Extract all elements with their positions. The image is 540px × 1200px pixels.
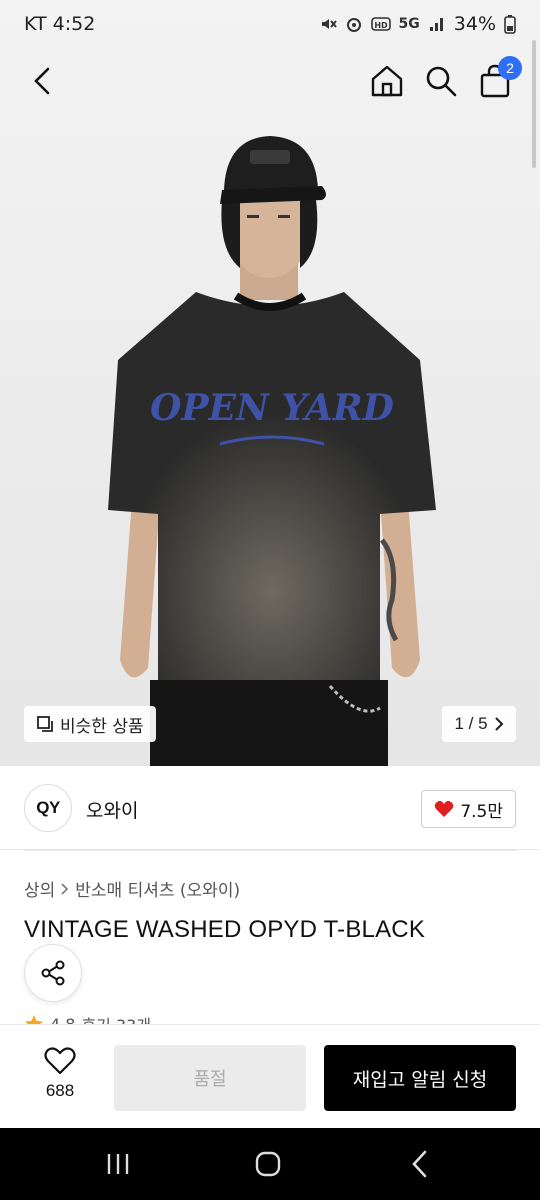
- status-icons: HD 5G 34%: [319, 13, 516, 35]
- recent-apps-icon: [107, 1154, 129, 1174]
- page-indicator: 1 / 5: [454, 714, 488, 733]
- status-time: KT 4:52: [24, 13, 96, 35]
- home-button[interactable]: [364, 58, 410, 104]
- product-photo: OPEN YARD: [108, 136, 436, 766]
- wishlist-button[interactable]: 688: [30, 1047, 90, 1101]
- status-bar: KT 4:52 HD 5G 34%: [0, 0, 540, 48]
- breadcrumb-subcategory[interactable]: 반소매 티셔츠 (오와이): [75, 876, 240, 901]
- heart-outline-icon: [44, 1047, 76, 1075]
- battery-icon: [504, 15, 516, 34]
- soldout-button: 품절: [114, 1045, 306, 1111]
- signal-icon: [429, 18, 443, 31]
- back-arrow-icon: [34, 67, 50, 95]
- recent-apps-button[interactable]: [98, 1148, 138, 1180]
- brand-row: QY 오와이 7.5만: [0, 766, 540, 850]
- restock-alert-button[interactable]: 재입고 알림 신청: [324, 1045, 516, 1111]
- mute-icon: [321, 19, 337, 29]
- heart-filled-icon: [435, 800, 454, 817]
- system-navigation-bar: [0, 1128, 540, 1200]
- home-circle-icon: [255, 1151, 281, 1177]
- home-icon: [371, 65, 403, 97]
- share-icon: [41, 960, 65, 986]
- divider: [24, 850, 516, 851]
- shirt-graphic: OPEN YARD: [150, 387, 394, 429]
- hd-icon: HD: [370, 17, 391, 31]
- similar-items-icon: [37, 716, 53, 732]
- brand-name[interactable]: 오와이: [86, 796, 138, 823]
- cart-count-badge: 2: [498, 56, 522, 80]
- breadcrumb: 상의 반소매 티셔츠 (오와이): [24, 876, 240, 901]
- network-type: 5G: [398, 16, 420, 32]
- svg-text:HD: HD: [374, 21, 388, 30]
- back-button[interactable]: [20, 58, 66, 104]
- chevron-right-icon: [61, 882, 69, 895]
- chevron-right-icon: [494, 717, 503, 731]
- back-chevron-icon: [412, 1150, 427, 1178]
- brand-like-button[interactable]: 7.5만: [421, 790, 516, 828]
- product-title: VINTAGE WASHED OPYD T-BLACK: [24, 916, 426, 943]
- image-pager[interactable]: 1 / 5: [442, 706, 516, 742]
- system-back-button[interactable]: [400, 1148, 440, 1180]
- battery-percent: 34%: [453, 13, 496, 35]
- breadcrumb-category[interactable]: 상의: [24, 876, 55, 901]
- top-navigation: 2: [0, 50, 540, 110]
- wishlist-count: 688: [45, 1081, 75, 1100]
- bottom-action-bar: 688 품절 재입고 알림 신청: [0, 1024, 540, 1128]
- share-button[interactable]: [24, 944, 82, 1002]
- wifi-calling-icon: [346, 18, 361, 32]
- search-button[interactable]: [418, 58, 464, 104]
- system-home-button[interactable]: [248, 1148, 288, 1180]
- similar-products-button[interactable]: 비슷한 상품: [24, 706, 156, 742]
- product-image-carousel[interactable]: OPEN YARD: [0, 0, 540, 766]
- cart-button[interactable]: 2: [472, 56, 522, 104]
- search-icon: [426, 66, 457, 97]
- similar-products-label: 비슷한 상품: [60, 716, 144, 737]
- brand-logo[interactable]: QY: [24, 784, 72, 832]
- brand-like-count: 7.5만: [460, 801, 503, 822]
